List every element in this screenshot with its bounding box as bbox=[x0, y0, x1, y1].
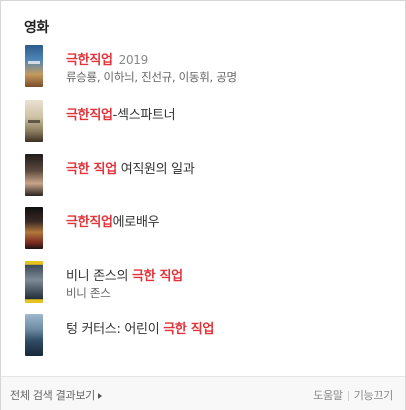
caret-right-icon bbox=[97, 393, 102, 399]
poster-thumbnail bbox=[25, 314, 43, 356]
poster-thumbnail bbox=[25, 207, 43, 249]
poster-thumbnail bbox=[25, 261, 43, 303]
highlight-text: 극한직업 bbox=[66, 53, 113, 68]
divider bbox=[347, 391, 349, 401]
result-title: 극한직업에로배우 bbox=[66, 215, 160, 230]
highlight-text: 극한직업 bbox=[66, 108, 113, 123]
result-title: 비니 존스의 극한 직업 bbox=[66, 269, 183, 284]
result-title: 극한직업-섹스파트너 bbox=[66, 108, 176, 123]
highlight-text: 극한 직업 bbox=[163, 322, 215, 337]
view-all-results-link[interactable]: 전체 검색 결과보기 bbox=[10, 387, 102, 403]
result-title: 텅 커터스: 어린이 극한 직업 bbox=[66, 322, 215, 337]
release-year: 2019 bbox=[118, 53, 149, 67]
poster-thumbnail bbox=[25, 45, 43, 87]
section-title: 영화 bbox=[24, 20, 49, 36]
highlight-text: 극한 직업 bbox=[131, 269, 183, 284]
autocomplete-panel: 영화 극한직업 2019 류승룡, 이하늬, 진선규, 이동휘, 공명 극한직업-… bbox=[0, 0, 406, 410]
highlight-text: 극한직업 bbox=[66, 215, 113, 230]
help-link[interactable]: 도움말 bbox=[313, 389, 343, 402]
poster-thumbnail bbox=[25, 154, 43, 196]
result-title: 극한 직업 여직원의 일과 bbox=[66, 162, 195, 177]
result-cast: 류승룡, 이하늬, 진선규, 이동휘, 공명 bbox=[66, 70, 237, 84]
result-cast: 비니 존스 bbox=[66, 286, 111, 300]
turn-off-link[interactable]: 기능끄기 bbox=[354, 389, 394, 402]
panel-footer: 전체 검색 결과보기 도움말 기능끄기 bbox=[1, 376, 405, 410]
poster-thumbnail bbox=[25, 100, 43, 142]
footer-actions: 도움말 기능끄기 bbox=[313, 387, 393, 403]
view-all-label: 전체 검색 결과보기 bbox=[10, 389, 95, 402]
highlight-text: 극한 직업 bbox=[66, 162, 117, 177]
result-title: 극한직업 2019 bbox=[66, 49, 148, 68]
